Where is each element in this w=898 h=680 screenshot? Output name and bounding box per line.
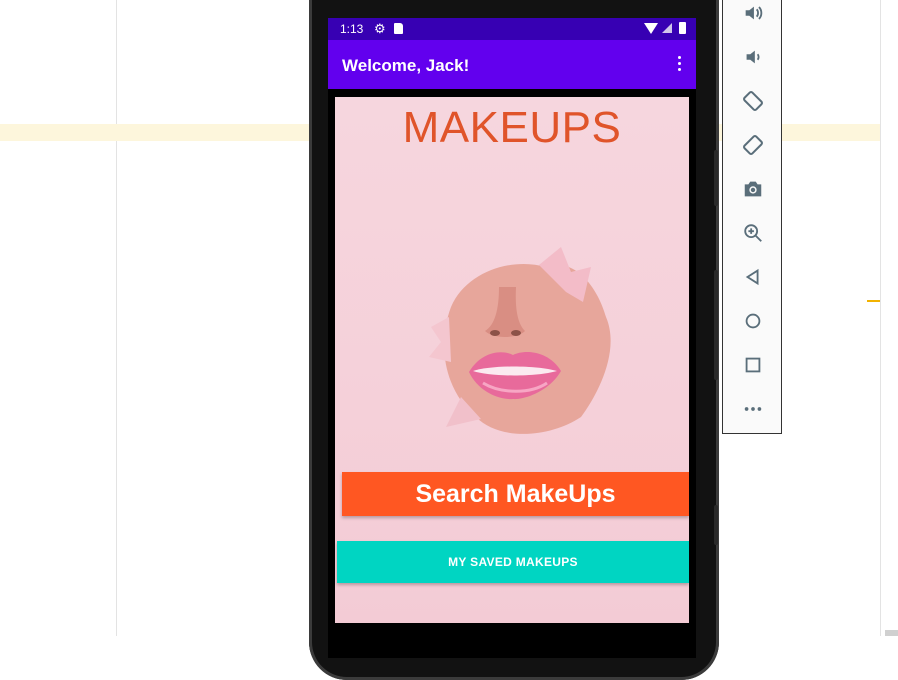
ide-scroll-corner [885, 630, 898, 636]
page-headline: MAKEUPS [402, 103, 622, 152]
back-icon[interactable] [723, 262, 783, 292]
status-bar: 1:13 ⚙ [328, 18, 696, 40]
emulator-toolbar [722, 0, 782, 434]
sd-card-icon [394, 23, 403, 34]
volume-up-icon[interactable] [723, 0, 783, 28]
status-time: 1:13 [340, 22, 364, 36]
device-side-button[interactable] [714, 505, 718, 545]
device-power-button[interactable] [714, 270, 718, 380]
home-icon[interactable] [723, 306, 783, 336]
app-title: Welcome, Jack! [342, 56, 470, 75]
ide-editor-border [116, 0, 117, 636]
saved-makeups-button[interactable]: MY SAVED MAKEUPS [337, 541, 689, 583]
settings-gear-icon: ⚙ [374, 21, 386, 36]
device-volume-button[interactable] [714, 150, 718, 206]
ide-warning-marker[interactable] [867, 300, 880, 302]
volume-down-icon[interactable] [723, 42, 783, 72]
overflow-menu-icon[interactable] [678, 56, 682, 72]
search-makeups-button[interactable]: Search MakeUps [342, 472, 689, 516]
lips-illustration [429, 247, 611, 434]
more-icon[interactable] [723, 394, 783, 424]
overview-icon[interactable] [723, 350, 783, 380]
ide-scrollbar-border [880, 0, 881, 636]
app-bar: Welcome, Jack! [328, 40, 696, 89]
camera-icon[interactable] [723, 174, 783, 204]
signal-icon [662, 23, 672, 33]
zoom-in-icon[interactable] [723, 218, 783, 248]
battery-icon [679, 22, 686, 34]
wifi-icon [644, 23, 658, 34]
rotate-right-icon[interactable] [723, 130, 783, 160]
rotate-left-icon[interactable] [723, 86, 783, 116]
